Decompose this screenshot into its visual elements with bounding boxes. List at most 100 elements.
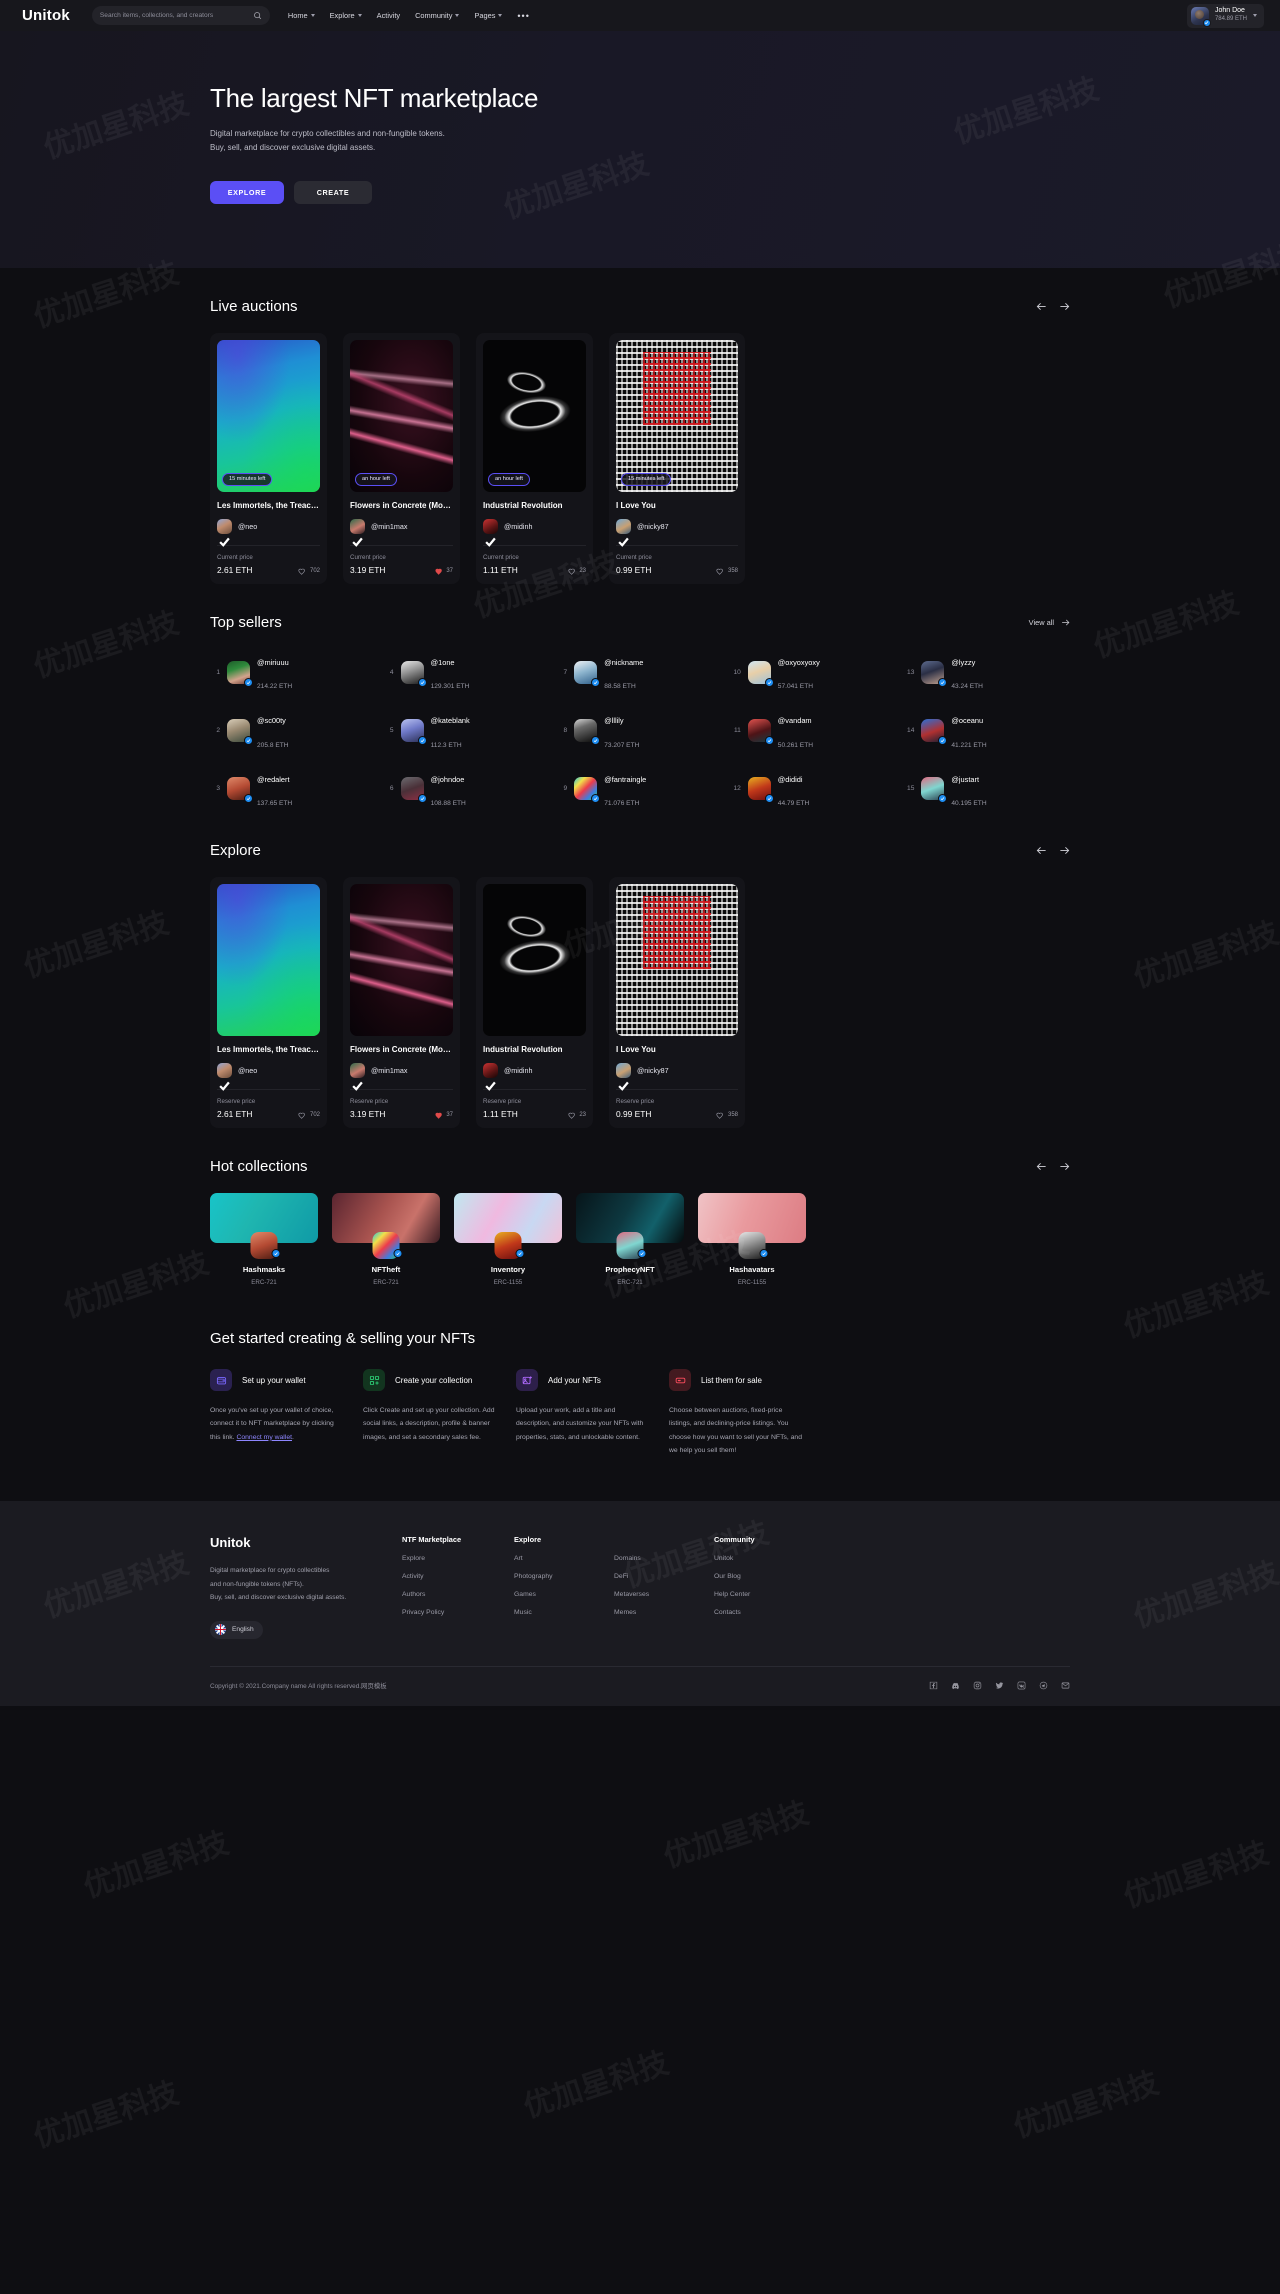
nft-card[interactable]: an hour left Industrial Revolution @midinh… bbox=[476, 333, 593, 584]
top-seller-item[interactable]: 7 @nickname 88.58 ETH bbox=[557, 649, 723, 695]
step-title: Set up your wallet bbox=[242, 1375, 306, 1385]
top-seller-item[interactable]: 6 @johndoe 108.88 ETH bbox=[384, 766, 550, 812]
email-icon[interactable] bbox=[1061, 1681, 1070, 1690]
nft-creator[interactable]: @min1max bbox=[350, 1063, 453, 1092]
verified-badge-icon bbox=[616, 536, 631, 553]
footer-link[interactable]: Games bbox=[514, 1591, 614, 1598]
search-bar[interactable] bbox=[91, 6, 270, 25]
view-all-link[interactable]: View all bbox=[1029, 618, 1070, 627]
top-seller-item[interactable]: 13 @lyzzy 43.24 ETH bbox=[904, 649, 1070, 695]
footer-link[interactable]: Metaverses bbox=[614, 1591, 714, 1598]
connect-wallet-link[interactable]: Connect my wallet bbox=[236, 1434, 292, 1441]
arrow-right-icon[interactable] bbox=[1059, 1161, 1070, 1172]
language-selector[interactable]: English bbox=[210, 1620, 263, 1639]
footer-link[interactable]: Music bbox=[514, 1609, 614, 1616]
nft-card[interactable]: 15 minutes left I Love You @nicky87 Current… bbox=[609, 333, 745, 584]
nft-card[interactable]: I Love You @nicky87 Reserve price 0.99 ETH 3… bbox=[609, 877, 745, 1129]
nft-creator[interactable]: @nicky87 bbox=[616, 519, 738, 547]
collection-card[interactable]: Hashavatars ERC-1155 bbox=[698, 1193, 806, 1286]
nav-item-home[interactable]: Home bbox=[288, 11, 315, 20]
top-seller-item[interactable]: 9 @fantraingle 71.076 ETH bbox=[557, 766, 723, 812]
nft-creator[interactable]: @neo bbox=[217, 519, 320, 547]
collection-card[interactable]: NFTheft ERC-721 bbox=[332, 1193, 440, 1286]
arrow-right-icon[interactable] bbox=[1059, 845, 1070, 856]
top-seller-item[interactable]: 1 @miriuuu 214.22 ETH bbox=[210, 649, 376, 695]
top-seller-item[interactable]: 8 @lllily 73.207 ETH bbox=[557, 707, 723, 753]
footer-link[interactable]: DeFi bbox=[614, 1573, 714, 1580]
nav-item-community[interactable]: Community bbox=[415, 11, 460, 20]
top-seller-item[interactable]: 3 @redalert 137.65 ETH bbox=[210, 766, 376, 812]
image-add-icon bbox=[516, 1369, 538, 1392]
site-logo[interactable]: Unitok bbox=[22, 7, 70, 24]
nft-creator[interactable]: @midinh bbox=[483, 519, 586, 547]
collection-card[interactable]: Hashmasks ERC-721 bbox=[210, 1193, 318, 1286]
more-menu-icon[interactable]: ••• bbox=[517, 11, 529, 21]
footer-link[interactable]: Unitok bbox=[714, 1555, 814, 1562]
nft-card[interactable]: Flowers in Concrete (Modal) @min1max Reser… bbox=[343, 877, 460, 1129]
top-seller-item[interactable]: 10 @oxyoxyoxy 57.041 ETH bbox=[731, 649, 897, 695]
collection-card[interactable]: ProphecyNFT ERC-721 bbox=[576, 1193, 684, 1286]
nft-creator[interactable]: @neo bbox=[217, 1063, 320, 1092]
collection-card[interactable]: Inventory ERC-1155 bbox=[454, 1193, 562, 1286]
like-button[interactable]: 358 bbox=[716, 1112, 738, 1120]
seller-volume: 43.24 ETH bbox=[951, 683, 983, 691]
twitter-icon[interactable] bbox=[995, 1681, 1004, 1690]
top-seller-item[interactable]: 4 @1one 129.301 ETH bbox=[384, 649, 550, 695]
facebook-icon[interactable] bbox=[929, 1681, 938, 1690]
user-account-menu[interactable]: John Doe 784.89 ETH bbox=[1186, 3, 1264, 28]
vk-icon[interactable] bbox=[1017, 1681, 1026, 1690]
footer-link[interactable]: Memes bbox=[614, 1609, 714, 1616]
price-value: 0.99 ETH bbox=[616, 1109, 652, 1120]
arrow-left-icon[interactable] bbox=[1036, 845, 1047, 856]
arrow-left-icon[interactable] bbox=[1036, 301, 1047, 312]
nft-card[interactable]: Industrial Revolution @midinh Reserve pric… bbox=[476, 877, 593, 1129]
like-button[interactable]: 37 bbox=[435, 1112, 453, 1120]
nav-item-explore[interactable]: Explore bbox=[330, 11, 362, 20]
nft-creator[interactable]: @nicky87 bbox=[616, 1063, 738, 1092]
footer-link[interactable]: Help Center bbox=[714, 1591, 814, 1598]
top-seller-item[interactable]: 15 @justart 40.195 ETH bbox=[904, 766, 1070, 812]
nav-item-activity[interactable]: Activity bbox=[377, 11, 400, 20]
footer-link[interactable]: Art bbox=[514, 1555, 614, 1562]
arrow-right-icon[interactable] bbox=[1059, 301, 1070, 312]
top-seller-item[interactable]: 5 @kateblank 112.3 ETH bbox=[384, 707, 550, 753]
creator-avatar bbox=[217, 519, 232, 547]
like-button[interactable]: 23 bbox=[568, 1112, 586, 1120]
user-balance: 784.89 ETH bbox=[1214, 16, 1247, 23]
create-button[interactable]: CREATE bbox=[294, 181, 372, 204]
like-button[interactable]: 37 bbox=[435, 568, 453, 576]
search-icon[interactable] bbox=[253, 11, 262, 20]
arrow-left-icon[interactable] bbox=[1036, 1161, 1047, 1172]
footer-link[interactable]: Explore bbox=[402, 1555, 514, 1562]
nft-card[interactable]: an hour left Flowers in Concrete (Modal) @… bbox=[343, 333, 460, 584]
search-input[interactable] bbox=[99, 12, 247, 19]
telegram-icon[interactable] bbox=[1039, 1681, 1048, 1690]
footer-link[interactable]: Our Blog bbox=[714, 1573, 814, 1580]
explore-button[interactable]: EXPLORE bbox=[210, 181, 284, 204]
footer-link[interactable]: Activity bbox=[402, 1573, 514, 1580]
footer-link[interactable]: Photography bbox=[514, 1573, 614, 1580]
like-button[interactable]: 702 bbox=[298, 1112, 320, 1120]
nft-card[interactable]: 15 minutes left Les Immortels, the Treach… bbox=[210, 333, 327, 584]
nft-card[interactable]: Les Immortels, the Treacher… @neo Reserve … bbox=[210, 877, 327, 1129]
footer-link[interactable]: Privacy Policy bbox=[402, 1609, 514, 1616]
discord-icon[interactable] bbox=[951, 1681, 960, 1690]
nav-item-pages[interactable]: Pages bbox=[474, 11, 503, 20]
like-button[interactable]: 358 bbox=[716, 568, 738, 576]
top-seller-item[interactable]: 11 @vandam 50.261 ETH bbox=[731, 707, 897, 753]
like-button[interactable]: 702 bbox=[298, 568, 320, 576]
price-value: 3.19 ETH bbox=[350, 1109, 386, 1120]
instagram-icon[interactable] bbox=[973, 1681, 982, 1690]
nft-creator[interactable]: @min1max bbox=[350, 519, 453, 547]
footer-brand: Unitok Digital marketplace for crypto co… bbox=[210, 1535, 402, 1640]
top-seller-item[interactable]: 12 @dididi 44.79 ETH bbox=[731, 766, 897, 812]
top-seller-item[interactable]: 2 @sc00ty 205.8 ETH bbox=[210, 707, 376, 753]
footer-logo[interactable]: Unitok bbox=[210, 1535, 402, 1550]
top-seller-item[interactable]: 14 @oceanu 41.221 ETH bbox=[904, 707, 1070, 753]
chevron-down-icon[interactable] bbox=[1253, 14, 1257, 17]
footer-link[interactable]: Contacts bbox=[714, 1609, 814, 1616]
footer-link[interactable]: Authors bbox=[402, 1591, 514, 1598]
footer-link[interactable]: Domains bbox=[614, 1555, 714, 1562]
like-button[interactable]: 23 bbox=[568, 568, 586, 576]
nft-creator[interactable]: @midinh bbox=[483, 1063, 586, 1092]
